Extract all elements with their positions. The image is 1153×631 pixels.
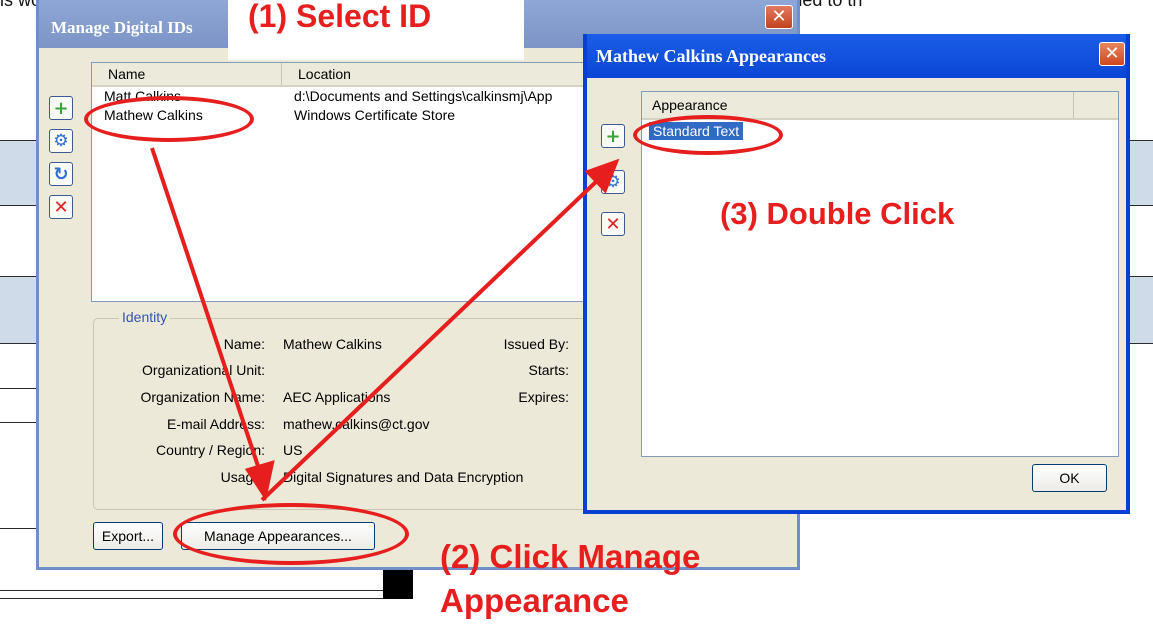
background-table-band (0, 276, 40, 344)
appearances-window: Mathew Calkins Appearances ✕ Appearance … (583, 34, 1130, 514)
id-options-button[interactable]: ⚙ (49, 129, 73, 153)
export-button[interactable]: Export... (93, 522, 163, 550)
remove-id-button[interactable]: ✕ (49, 195, 73, 219)
identity-name-label: Name: (223, 336, 265, 352)
background-rule (0, 590, 390, 591)
identity-usage-value: Digital Signatures and Data Encryption (283, 469, 524, 485)
step3-annotation: (3) Double Click (720, 196, 955, 231)
refresh-icon: ↻ (53, 163, 69, 185)
identity-issued-by-label: Issued By: (503, 336, 569, 352)
step2-annotation-line2: Appearance (440, 582, 629, 619)
identity-expires-label: Expires: (518, 389, 569, 405)
highlight-ring-select-id (84, 96, 254, 142)
gear-icon: ⚙ (53, 131, 69, 151)
plus-icon: + (53, 97, 69, 119)
identity-starts-label: Starts: (528, 362, 569, 378)
edit-appearance-button[interactable]: ⚙ (601, 170, 625, 194)
background-table-band (0, 140, 40, 206)
highlight-ring-standard-text (633, 115, 783, 155)
background-rule (0, 422, 40, 423)
delete-appearance-button[interactable]: ✕ (601, 212, 625, 236)
digital-id-list-header: Name Location (92, 63, 652, 87)
identity-email-label: E-mail Address: (166, 416, 265, 432)
background-rule (0, 528, 40, 529)
step1-annotation: (1) Select ID (248, 0, 432, 34)
background-black-square (383, 569, 413, 599)
gear-icon: ⚙ (605, 172, 621, 192)
appearances-window-titlebar[interactable]: Mathew Calkins Appearances (587, 34, 1126, 78)
identity-email-value: mathew.calkins@ct.gov (283, 416, 430, 432)
highlight-ring-manage-appearances (173, 503, 409, 565)
identity-country-value: US (283, 442, 303, 458)
add-appearance-button[interactable]: + (601, 124, 625, 148)
identity-org-unit-label: Organizational Unit: (142, 362, 265, 378)
background-table-band (1128, 276, 1153, 344)
background-rule (0, 388, 40, 389)
appearances-window-title: Mathew Calkins Appearances (596, 45, 827, 66)
background-table-band (1128, 140, 1153, 206)
add-id-button[interactable]: + (49, 96, 73, 120)
refresh-button[interactable]: ↻ (49, 162, 73, 186)
identity-usage-label: Usage: (220, 469, 265, 485)
identity-org-name-label: Organization Name: (140, 389, 265, 405)
ok-button[interactable]: OK (1032, 464, 1107, 492)
identity-name-value: Mathew Calkins (283, 336, 382, 352)
column-header-name[interactable]: Name (92, 63, 282, 85)
background-rule (0, 598, 390, 599)
identity-legend: Identity (119, 309, 171, 325)
appearances-window-close-button[interactable]: ✕ (1099, 42, 1125, 66)
delete-icon: ✕ (605, 213, 621, 235)
manage-window-close-button[interactable]: ✕ (765, 5, 793, 29)
delete-icon: ✕ (53, 196, 69, 218)
identity-org-name-value: AEC Applications (283, 389, 391, 405)
identity-country-label: Country / Region: (156, 442, 265, 458)
manage-window-title: Manage Digital IDs (51, 18, 193, 37)
plus-icon: + (605, 125, 621, 147)
step2-annotation-line1: (2) Click Manage (440, 538, 701, 575)
